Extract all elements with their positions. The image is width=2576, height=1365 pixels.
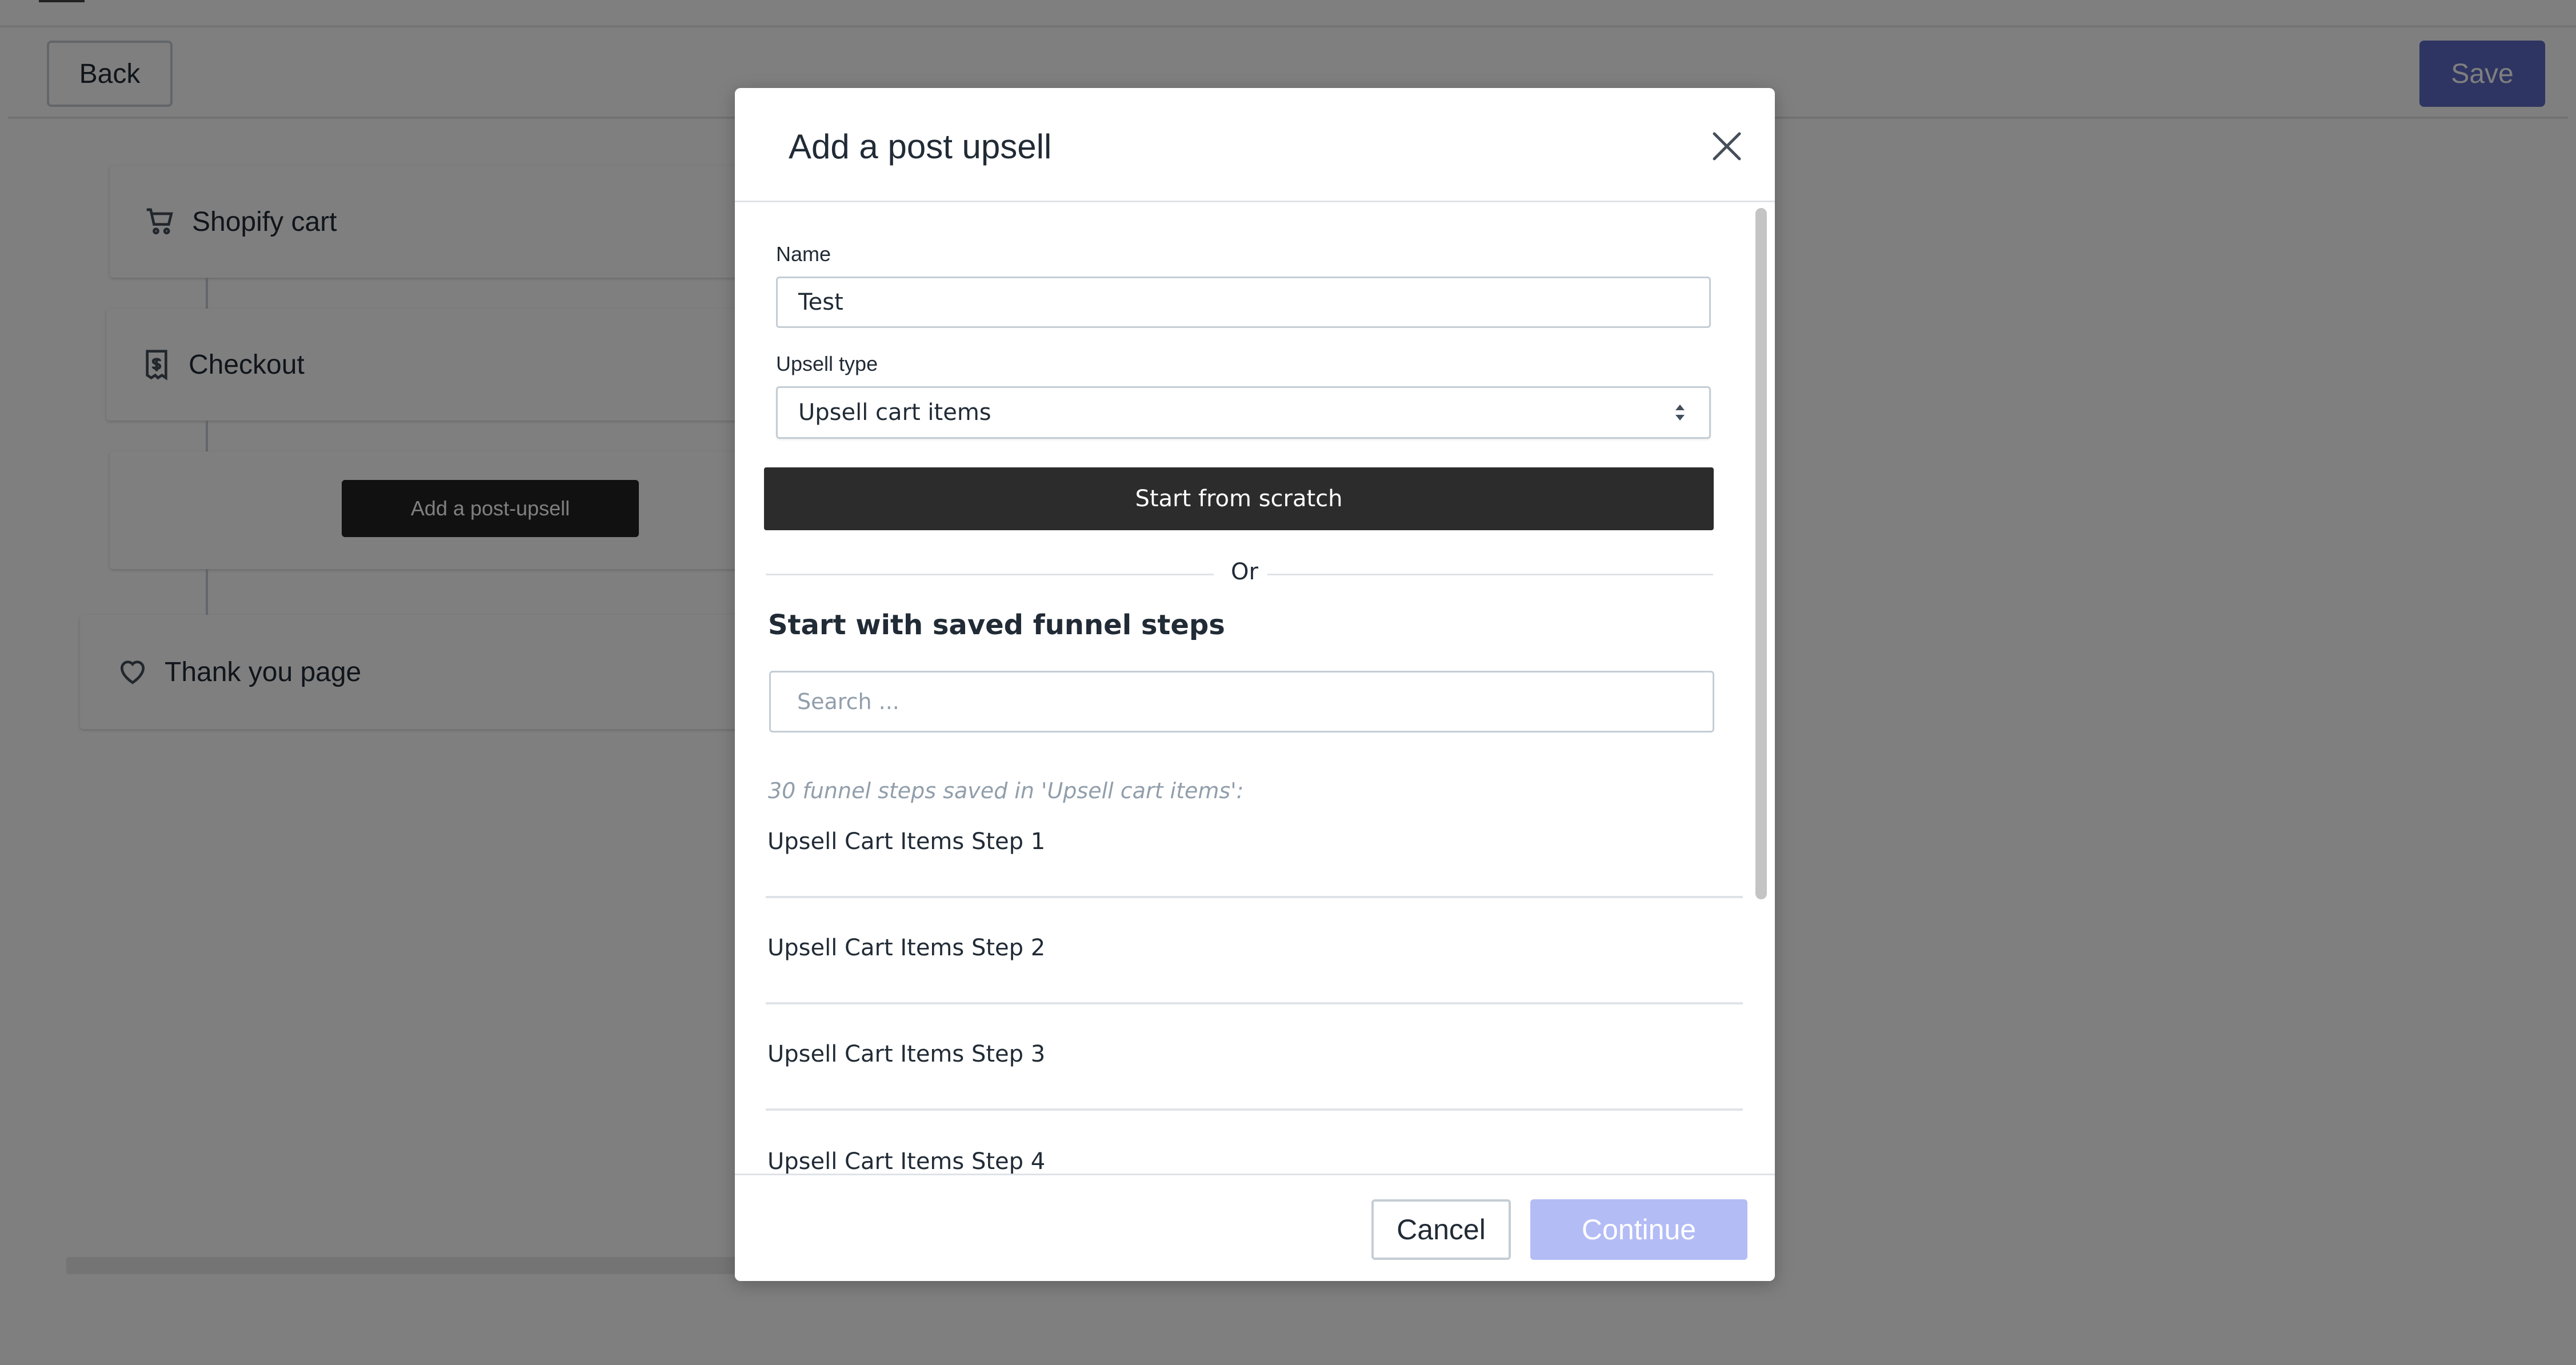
modal-title: Add a post upsell (789, 127, 1052, 166)
search-input[interactable]: Search ... (769, 671, 1714, 732)
modal-header: Add a post upsell (735, 88, 1775, 202)
list-separator (766, 1002, 1743, 1004)
saved-steps-heading: Start with saved funnel steps (768, 609, 1225, 641)
saved-step-item[interactable]: Upsell Cart Items Step 2 (767, 935, 1745, 961)
or-divider-text: Or (1231, 559, 1258, 585)
continue-button[interactable]: Continue (1530, 1199, 1747, 1260)
saved-step-item[interactable]: Upsell Cart Items Step 3 (767, 1041, 1745, 1067)
upsell-type-label: Upsell type (776, 352, 878, 375)
saved-step-item[interactable]: Upsell Cart Items Step 1 (767, 828, 1745, 855)
select-arrows-icon (1672, 401, 1688, 424)
upsell-type-select[interactable]: Upsell cart items (776, 386, 1711, 439)
name-field[interactable]: Test (776, 277, 1711, 328)
saved-step-item[interactable]: Upsell Cart Items Step 4 (767, 1148, 1745, 1175)
list-separator (766, 1108, 1743, 1111)
start-from-scratch-button[interactable]: Start from scratch (764, 467, 1714, 530)
modal-footer: Cancel Continue (735, 1174, 1775, 1281)
modal-scrollbar[interactable] (1755, 208, 1767, 899)
close-icon[interactable] (1709, 128, 1745, 165)
list-separator (766, 896, 1743, 898)
add-post-upsell-modal: Add a post upsell Name Test Upsell type … (735, 88, 1775, 1281)
saved-count-text: 30 funnel steps saved in 'Upsell cart it… (768, 778, 1244, 803)
cancel-button[interactable]: Cancel (1371, 1199, 1511, 1260)
page: Back Save Shopify cart Checkout Add a po… (0, 0, 2576, 1365)
or-divider-left (766, 574, 1214, 575)
or-divider-right (1267, 574, 1713, 575)
name-label: Name (776, 242, 831, 266)
